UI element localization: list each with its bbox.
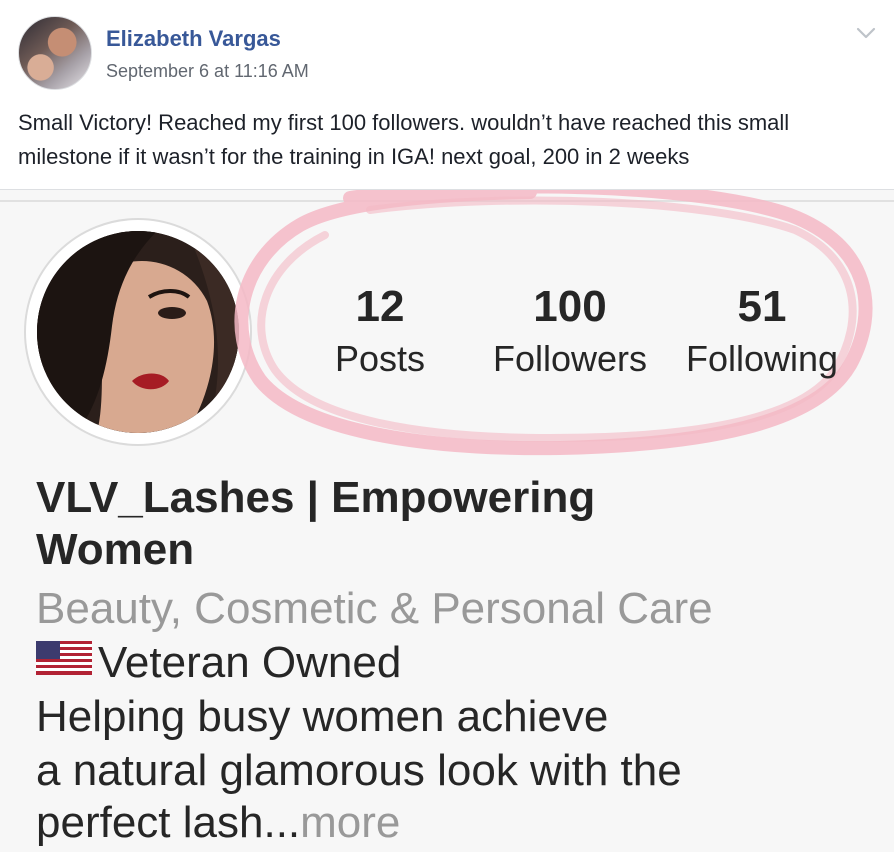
bio-line-4-text: perfect lash bbox=[36, 798, 264, 847]
bio-ellipsis: ... bbox=[263, 798, 301, 847]
bio-veteran-owned: Veteran Owned bbox=[98, 638, 402, 687]
author-name-link[interactable]: Elizabeth Vargas bbox=[106, 26, 281, 52]
us-flag-icon bbox=[36, 641, 92, 675]
bio-line-4: perfect lash...more bbox=[36, 798, 400, 848]
author-avatar[interactable] bbox=[18, 16, 92, 90]
profile-display-name: VLV_Lashes | Empowering Women bbox=[36, 473, 596, 574]
following-count: 51 bbox=[737, 282, 787, 331]
instagram-profile-screenshot: 12 Posts 100 Followers 51 Following VLV_… bbox=[0, 190, 894, 852]
bio-line-3: a natural glamorous look with the bbox=[36, 746, 682, 795]
followers-count: 100 bbox=[533, 282, 607, 331]
bio-line-2: Helping busy women achieve bbox=[36, 692, 609, 741]
post-timestamp-link[interactable]: September 6 at 11:16 AM bbox=[106, 61, 309, 82]
post-text: Small Victory! Reached my first 100 foll… bbox=[18, 110, 790, 169]
chevron-down-icon[interactable] bbox=[856, 26, 876, 40]
following-label[interactable]: Following bbox=[676, 338, 848, 380]
profile-category: Beauty, Cosmetic & Personal Care bbox=[36, 584, 713, 633]
followers-label[interactable]: Followers bbox=[480, 338, 660, 380]
profile-portrait-image bbox=[37, 231, 239, 433]
posts-label[interactable]: Posts bbox=[320, 338, 440, 380]
post-header: Elizabeth Vargas September 6 at 11:16 AM… bbox=[0, 0, 894, 190]
screenshot-top-border bbox=[0, 200, 894, 202]
bio-line-1: Veteran Owned bbox=[36, 638, 401, 688]
posts-count: 12 bbox=[355, 282, 405, 331]
profile-picture bbox=[37, 231, 239, 433]
bio-more-link[interactable]: more bbox=[300, 798, 400, 847]
